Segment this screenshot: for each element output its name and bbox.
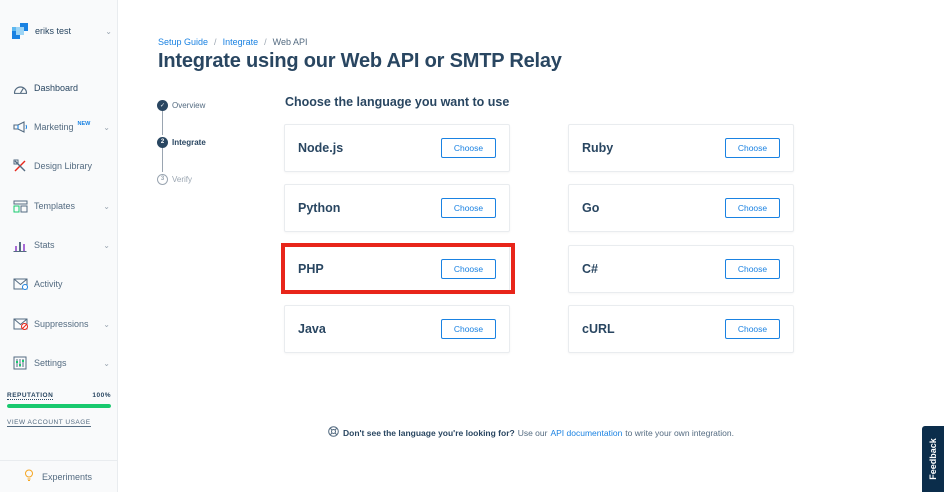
megaphone-icon: [12, 120, 28, 134]
chevron-down-icon: ⌄: [103, 240, 110, 250]
sidebar-item-label: Marketing: [34, 122, 74, 132]
language-name: Node.js: [298, 141, 344, 155]
step-overview[interactable]: ✓ Overview: [157, 99, 205, 111]
choose-button[interactable]: Choose: [441, 319, 496, 339]
sidebar-item-templates[interactable]: Templates ⌄: [12, 197, 112, 215]
language-name: Ruby: [582, 141, 614, 155]
language-card-nodejs: Node.js Choose: [284, 124, 510, 172]
choose-button[interactable]: Choose: [441, 198, 496, 218]
sidebar-item-label: Stats: [34, 240, 55, 250]
step-number: 3: [157, 173, 168, 185]
chevron-down-icon: ⌄: [105, 26, 112, 36]
page-title: Integrate using our Web API or SMTP Rela…: [158, 50, 562, 72]
breadcrumb: Setup Guide / Integrate / Web API: [158, 37, 307, 47]
sidebar-item-stats[interactable]: Stats ⌄: [12, 236, 112, 254]
language-name: Python: [298, 201, 341, 215]
checkmark-icon: ✓: [157, 99, 168, 111]
view-account-usage-link[interactable]: VIEW ACCOUNT USAGE: [7, 419, 91, 427]
language-name: cURL: [582, 322, 615, 336]
sidebar-item-settings[interactable]: Settings ⌄: [12, 354, 112, 372]
footer-note: Don't see the language you're looking fo…: [328, 426, 734, 439]
experiments-label: Experiments: [42, 471, 93, 482]
sendgrid-logo-icon: [12, 23, 28, 39]
progress-steps: ✓ Overview 2 Integrate 3 Verify: [157, 98, 267, 190]
sidebar-item-design-library[interactable]: Design Library: [12, 157, 112, 175]
sidebar-item-label: Design Library: [34, 161, 93, 171]
sidebar-item-dashboard[interactable]: Dashboard: [12, 79, 112, 97]
step-verify: 3 Verify: [157, 173, 192, 185]
new-badge: NEW: [77, 121, 91, 127]
suppression-icon: [12, 317, 28, 331]
reputation-label[interactable]: REPUTATION: [7, 392, 54, 400]
language-name: Java: [298, 322, 326, 336]
language-card-go: Go Choose: [568, 184, 794, 232]
step-label: Verify: [172, 174, 193, 184]
api-documentation-link[interactable]: API documentation: [550, 428, 622, 438]
sidebar-item-label: Suppressions: [34, 319, 89, 329]
chevron-down-icon: ⌄: [103, 122, 110, 132]
design-tools-icon: [12, 159, 28, 173]
sidebar-item-label: Templates: [34, 201, 76, 211]
reputation-value: 100%: [92, 392, 111, 399]
sliders-icon: [12, 356, 28, 370]
account-name: eriks test: [35, 26, 72, 36]
sidebar-item-marketing[interactable]: Marketing NEW ⌄: [12, 118, 112, 136]
bar-chart-icon: [12, 238, 28, 252]
reputation-bar: [7, 404, 111, 408]
step-connector: [162, 110, 163, 135]
language-card-java: Java Choose: [284, 305, 510, 353]
sidebar-item-activity[interactable]: Activity: [12, 275, 112, 293]
reputation-bar-fill: [7, 404, 111, 408]
templates-icon: [12, 199, 28, 213]
sidebar-item-label: Activity: [34, 279, 63, 289]
sidebar: eriks test ⌄ Dashboard Marketing NEW ⌄ D…: [0, 0, 118, 492]
step-label: Overview: [172, 100, 206, 110]
step-connector: [162, 147, 163, 172]
choose-button[interactable]: Choose: [725, 198, 780, 218]
lifebuoy-icon: [328, 426, 339, 439]
footer-question: Don't see the language you're looking fo…: [343, 427, 515, 438]
breadcrumb-current: Web API: [272, 37, 308, 47]
choose-button[interactable]: Choose: [725, 138, 780, 158]
choose-button[interactable]: Choose: [725, 259, 780, 279]
breadcrumb-integrate[interactable]: Integrate: [223, 37, 259, 47]
language-name: Go: [582, 201, 600, 215]
chevron-down-icon: ⌄: [103, 319, 110, 329]
language-card-python: Python Choose: [284, 184, 510, 232]
gauge-icon: [12, 81, 28, 95]
footer-text-pre: Use our: [517, 427, 548, 438]
feedback-label: Feedback: [928, 438, 938, 480]
choose-button[interactable]: Choose: [441, 138, 496, 158]
envelope-icon: [12, 277, 28, 291]
step-number: 2: [157, 136, 168, 148]
chevron-down-icon: ⌄: [103, 201, 110, 211]
sidebar-item-suppressions[interactable]: Suppressions ⌄: [12, 315, 112, 333]
language-card-csharp: C# Choose: [568, 245, 794, 293]
step-label: Integrate: [172, 137, 206, 147]
reputation-meter: REPUTATION 100%: [7, 392, 111, 408]
sidebar-item-label: Dashboard: [34, 83, 79, 93]
lightbulb-icon: [24, 468, 34, 486]
language-card-ruby: Ruby Choose: [568, 124, 794, 172]
language-card-curl: cURL Choose: [568, 305, 794, 353]
experiments-button[interactable]: Experiments: [0, 460, 118, 492]
footer-text-post: to write your own integration.: [625, 427, 734, 438]
step-integrate: 2 Integrate: [157, 136, 206, 148]
language-name: C#: [582, 262, 598, 276]
feedback-tab[interactable]: Feedback: [922, 426, 944, 492]
highlight-annotation: [281, 243, 515, 294]
breadcrumb-separator: /: [264, 37, 267, 47]
chevron-down-icon: ⌄: [103, 358, 110, 368]
section-title: Choose the language you want to use: [285, 95, 510, 109]
sidebar-item-label: Settings: [34, 358, 67, 368]
account-switcher[interactable]: eriks test ⌄: [12, 22, 112, 40]
breadcrumb-separator: /: [214, 37, 217, 47]
breadcrumb-setup-guide[interactable]: Setup Guide: [158, 37, 208, 47]
choose-button[interactable]: Choose: [725, 319, 780, 339]
